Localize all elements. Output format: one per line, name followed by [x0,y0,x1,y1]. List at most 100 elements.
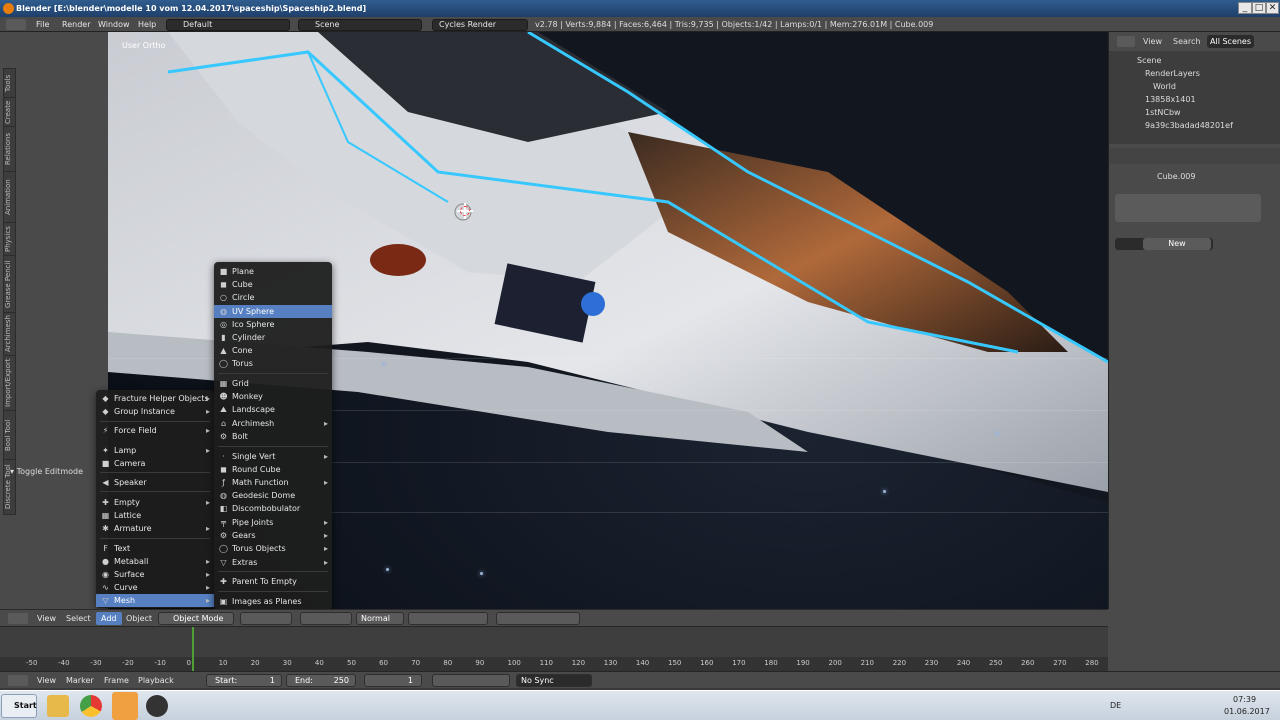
menu-object[interactable]: Object [126,611,152,626]
tool-tab[interactable]: Relations [3,126,16,172]
mesh-menu-item[interactable]: ◯ Torus [214,357,332,370]
outliner-row[interactable]: 1stNCbw [1109,106,1269,119]
editor-type-icon[interactable] [1117,36,1135,47]
mesh-menu-item[interactable]: ◧ Discombobulator [214,502,332,515]
mesh-menu-item[interactable]: ◍ UV Sphere [214,305,332,318]
tool-tab[interactable]: Import/Export [3,355,16,411]
mesh-menu-item[interactable]: ⌂ Archimesh ▸ [214,417,332,430]
outliner-row[interactable]: RenderLayers [1109,67,1269,80]
menu-view[interactable]: View [37,611,56,626]
tool-tab[interactable]: Physics [3,222,16,256]
scene-selector[interactable]: Scene [298,19,422,31]
tool-tab[interactable]: Tools [3,68,16,98]
add-menu-item[interactable]: ✦ Lamp ▸ [96,444,214,457]
add-menu-item[interactable]: F Text [96,542,214,555]
orientation-selector[interactable]: Normal [356,612,404,625]
mesh-menu-item[interactable]: ⚙ Bolt [214,430,332,443]
menu-render[interactable]: Render [62,17,90,32]
timeline-frame-menu[interactable]: Frame [104,673,129,688]
sync-selector[interactable]: No Sync [516,674,592,687]
mesh-menu-item[interactable]: ☻ Monkey [214,390,332,403]
mesh-menu-item[interactable]: ▲ Cone [214,344,332,357]
tool-tab[interactable]: Archimesh [3,312,16,356]
editor-type-icon[interactable] [6,19,26,30]
tool-tab[interactable]: Animation [3,171,16,223]
editor-type-icon[interactable] [8,675,28,686]
menu-window[interactable]: Window [98,17,130,32]
add-menu-item[interactable]: ◆ Group Instance ▸ [96,405,214,418]
mesh-menu-item[interactable]: ▣ Images as Planes [214,595,332,608]
render-engine-selector[interactable]: Cycles Render [432,19,528,31]
tool-tab[interactable]: Create [3,97,16,127]
mesh-menu-item[interactable]: ▮ Cylinder [214,331,332,344]
current-frame-line[interactable] [192,627,194,672]
add-menu-item[interactable]: ⚡ Force Field ▸ [96,424,214,437]
timeline-playback-menu[interactable]: Playback [138,673,174,688]
outliner-row[interactable]: 9a39c3badad48201ef [1109,119,1269,132]
mesh-menu-item[interactable]: ○ Circle [214,291,332,304]
blender-taskbar-icon[interactable] [112,692,138,720]
mesh-menu-item[interactable]: ▦ Grid [214,377,332,390]
mode-selector[interactable]: Object Mode [158,612,234,625]
add-menu-item[interactable]: ✱ Armature ▸ [96,522,214,535]
mesh-menu-item[interactable]: ▽ Extras ▸ [214,556,332,569]
close-button[interactable]: ✕ [1266,2,1279,14]
mesh-menu-item[interactable]: ◍ Geodesic Dome [214,489,332,502]
add-menu-item[interactable]: ◆ Fracture Helper Objects ▸ [96,392,214,405]
outliner-row[interactable]: Scene [1109,54,1269,67]
layout-selector[interactable]: Default [166,19,290,31]
clock-time[interactable]: 07:39 [1233,695,1256,704]
tool-tab[interactable]: Bool Tool [3,410,16,460]
3d-cursor-icon[interactable] [457,203,473,219]
mesh-menu-item[interactable]: ⛰ Landscape [214,403,332,416]
mesh-menu-item[interactable]: ⚙ Gears ▸ [214,529,332,542]
mesh-menu-item[interactable]: ◼ Cube [214,278,332,291]
shading-selector[interactable] [240,612,292,625]
minimize-button[interactable]: _ [1238,2,1252,14]
outliner-row[interactable]: 13858x1401 [1109,93,1269,106]
current-frame-field[interactable]: 1 [364,674,422,687]
mesh-menu-item[interactable]: ◼ Round Cube [214,463,332,476]
add-menu-item[interactable]: ✚ Empty ▸ [96,496,214,509]
new-material-button[interactable]: New [1143,238,1211,250]
material-selector[interactable]: New [1115,238,1213,250]
mesh-menu-item[interactable]: ◎ Ico Sphere [214,318,332,331]
obs-icon[interactable] [146,695,168,717]
menu-help[interactable]: Help [138,17,156,32]
editor-type-icon[interactable] [8,613,28,624]
timeline-view-menu[interactable]: View [37,673,56,688]
menu-file[interactable]: File [36,17,49,32]
manipulator-buttons[interactable] [300,612,352,625]
material-slot-list[interactable] [1115,194,1261,222]
outliner-filter[interactable]: All Scenes [1207,35,1255,48]
maximize-button[interactable]: □ [1252,2,1266,14]
start-button[interactable]: Start [1,694,37,718]
menu-add[interactable]: Add [96,612,122,625]
add-menu-item[interactable]: ◀ Speaker [96,476,214,489]
add-menu-item[interactable]: ▽ Mesh ▸ [96,594,214,607]
mesh-menu-item[interactable]: ✚ Parent To Empty [214,575,332,588]
properties-tabs[interactable] [1109,148,1280,164]
mesh-menu-item[interactable]: ■ Plane [214,265,332,278]
outliner-view-menu[interactable]: View [1143,37,1162,46]
add-menu-item[interactable]: ■ Camera [96,457,214,470]
timeline-marker-menu[interactable]: Marker [66,673,94,688]
add-menu-item[interactable]: ∿ Curve ▸ [96,581,214,594]
outliner-row[interactable]: World [1109,80,1269,93]
menu-select[interactable]: Select [66,611,91,626]
add-menu-item[interactable]: ● Metaball ▸ [96,555,214,568]
chrome-icon[interactable] [80,695,102,717]
language-indicator[interactable]: DE [1110,701,1121,710]
start-frame-field[interactable]: Start: 1 [206,674,282,687]
snap-buttons[interactable] [496,612,580,625]
outliner-search-menu[interactable]: Search [1173,37,1200,46]
mesh-menu-item[interactable]: · Single Vert ▸ [214,450,332,463]
layer-buttons[interactable] [408,612,488,625]
file-explorer-icon[interactable] [47,695,69,717]
playback-controls[interactable] [432,674,510,687]
mesh-menu-item[interactable]: ◯ Torus Objects ▸ [214,542,332,555]
end-frame-field[interactable]: End: 250 [286,674,356,687]
toggle-editmode-panel[interactable]: ▾ Toggle Editmode [10,467,83,476]
add-menu-item[interactable]: ▦ Lattice [96,509,214,522]
add-menu-item[interactable]: ◉ Surface ▸ [96,568,214,581]
